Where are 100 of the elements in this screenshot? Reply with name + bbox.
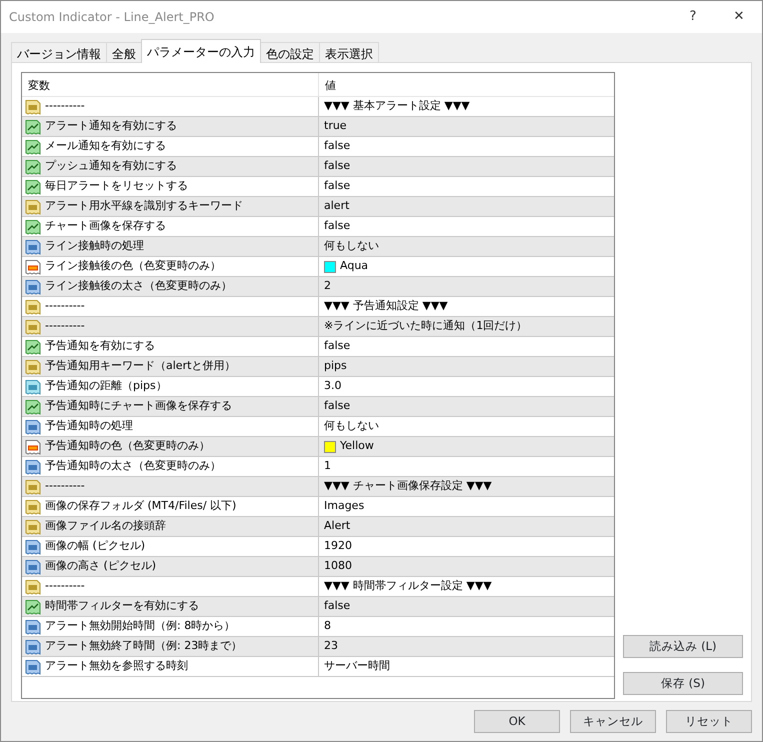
chart-line-icon bbox=[25, 338, 41, 354]
palette-icon bbox=[25, 258, 41, 274]
chart-line-icon bbox=[25, 218, 41, 234]
text-type-icon bbox=[25, 198, 41, 214]
parameter-name: ---------- bbox=[45, 298, 85, 314]
tab[interactable]: 表示選択 bbox=[319, 42, 379, 63]
parameter-value[interactable]: false bbox=[324, 158, 350, 175]
reset-button[interactable]: リセット bbox=[666, 710, 752, 733]
parameter-value[interactable]: Yellow bbox=[340, 438, 374, 455]
parameter-name: アラート通知を有効にする bbox=[45, 118, 177, 134]
parameter-value[interactable]: ▼▼▼ チャート画像保存設定 ▼▼▼ bbox=[324, 478, 492, 495]
parameter-name: ライン接触後の太さ（色変更時のみ） bbox=[45, 278, 232, 294]
parameter-name: 画像の保存フォルダ (MT4/Files/ 以下) bbox=[45, 498, 236, 514]
parameter-name: 時間帯フィルターを有効にする bbox=[45, 598, 199, 614]
parameter-name: ライン接触後の色（色変更時のみ） bbox=[45, 258, 221, 274]
parameter-value[interactable]: 1920 bbox=[324, 538, 352, 555]
parameter-value[interactable]: 1 bbox=[324, 458, 331, 475]
tab[interactable]: バージョン情報 bbox=[11, 42, 107, 63]
parameter-name: 予告通知時の太さ（色変更時のみ） bbox=[45, 458, 221, 474]
parameter-value[interactable]: false bbox=[324, 338, 350, 355]
parameter-name: チャート画像を保存する bbox=[45, 218, 166, 234]
fraction-type-icon bbox=[25, 378, 41, 394]
number-type-icon bbox=[25, 558, 41, 574]
parameter-value[interactable]: ▼▼▼ 時間帯フィルター設定 ▼▼▼ bbox=[324, 578, 492, 595]
number-type-icon bbox=[25, 618, 41, 634]
chart-line-icon bbox=[25, 118, 41, 134]
help-button[interactable]: ? bbox=[670, 6, 716, 28]
load-button[interactable]: 読み込み (L) bbox=[623, 635, 743, 658]
parameter-name: アラート用水平線を識別するキーワード bbox=[45, 198, 243, 214]
parameter-name: 画像の幅 (ピクセル) bbox=[45, 538, 146, 554]
text-type-icon bbox=[25, 578, 41, 594]
parameter-value[interactable]: 8 bbox=[324, 618, 331, 635]
parameter-name: 予告通知時の処理 bbox=[45, 418, 133, 434]
number-type-icon bbox=[25, 538, 41, 554]
parameter-name: プッシュ通知を有効にする bbox=[45, 158, 177, 174]
parameter-value[interactable]: 何もしない bbox=[324, 238, 379, 255]
column-header: 変数 bbox=[22, 73, 319, 96]
text-type-icon bbox=[25, 298, 41, 314]
parameter-name: ---------- bbox=[45, 98, 85, 114]
parameter-value[interactable]: pips bbox=[324, 358, 347, 375]
tab[interactable]: 色の設定 bbox=[260, 42, 320, 63]
parameter-name: ---------- bbox=[45, 318, 85, 334]
tab[interactable]: パラメーターの入力 bbox=[141, 39, 261, 63]
parameter-name: メール通知を有効にする bbox=[45, 138, 166, 154]
text-type-icon bbox=[25, 498, 41, 514]
text-type-icon bbox=[25, 318, 41, 334]
number-type-icon bbox=[25, 418, 41, 434]
parameter-name: 予告通知時の色（色変更時のみ） bbox=[45, 438, 210, 454]
parameter-value[interactable]: サーバー時間 bbox=[324, 658, 390, 675]
parameter-value[interactable]: false bbox=[324, 178, 350, 195]
parameter-value[interactable]: ▼▼▼ 予告通知設定 ▼▼▼ bbox=[324, 298, 448, 315]
column-header: 値 bbox=[324, 78, 337, 94]
parameter-name: ---------- bbox=[45, 578, 85, 594]
parameter-value[interactable]: 3.0 bbox=[324, 378, 342, 395]
parameter-value[interactable]: alert bbox=[324, 198, 350, 215]
parameter-value[interactable]: false bbox=[324, 398, 350, 415]
text-type-icon bbox=[25, 358, 41, 374]
parameter-value[interactable]: 1080 bbox=[324, 558, 352, 575]
parameter-value[interactable]: 2 bbox=[324, 278, 331, 295]
number-type-icon bbox=[25, 278, 41, 294]
parameter-name: アラート無効終了時間（例: 23時まで） bbox=[45, 638, 242, 654]
parameter-value[interactable]: Alert bbox=[324, 518, 350, 535]
parameter-value[interactable]: false bbox=[324, 598, 350, 615]
parameter-name: ---------- bbox=[45, 478, 85, 494]
number-type-icon bbox=[25, 638, 41, 654]
parameter-value[interactable]: 何もしない bbox=[324, 418, 379, 435]
parameter-value[interactable]: ▼▼▼ 基本アラート設定 ▼▼▼ bbox=[324, 98, 470, 115]
chart-line-icon bbox=[25, 158, 41, 174]
parameter-value[interactable]: true bbox=[324, 118, 347, 135]
parameter-name: アラート無効を参照する時刻 bbox=[45, 658, 188, 674]
number-type-icon bbox=[25, 458, 41, 474]
parameter-name: 予告通知用キーワード（alertと併用） bbox=[45, 358, 236, 374]
parameter-value[interactable]: Aqua bbox=[340, 258, 368, 275]
text-type-icon bbox=[25, 478, 41, 494]
parameter-value[interactable]: false bbox=[324, 138, 350, 155]
cancel-button[interactable]: キャンセル bbox=[570, 710, 656, 733]
chart-line-icon bbox=[25, 138, 41, 154]
parameter-name: 予告通知時にチャート画像を保存する bbox=[45, 398, 232, 414]
parameter-name: ライン接触時の処理 bbox=[45, 238, 144, 254]
save-button[interactable]: 保存 (S) bbox=[623, 672, 743, 695]
parameter-name: 画像の高さ (ピクセル) bbox=[45, 558, 156, 574]
parameter-value[interactable]: 23 bbox=[324, 638, 338, 655]
parameter-value[interactable]: Images bbox=[324, 498, 364, 515]
parameter-name: アラート無効開始時間（例: 8時から） bbox=[45, 618, 236, 634]
parameter-name: 予告通知の距離（pips） bbox=[45, 378, 167, 394]
parameter-value[interactable]: false bbox=[324, 218, 350, 235]
number-type-icon bbox=[25, 658, 41, 674]
palette-icon bbox=[25, 438, 41, 454]
window-title: Custom Indicator - Line_Alert_PRO bbox=[9, 9, 216, 26]
chart-line-icon bbox=[25, 178, 41, 194]
text-type-icon bbox=[25, 518, 41, 534]
parameter-name: 画像ファイル名の接頭辞 bbox=[45, 518, 166, 534]
close-button[interactable]: ✕ bbox=[716, 6, 762, 28]
parameter-value[interactable]: ※ラインに近づいた時に通知（1回だけ） bbox=[324, 318, 528, 335]
number-type-icon bbox=[25, 238, 41, 254]
ok-button[interactable]: OK bbox=[474, 710, 560, 733]
parameter-name: 毎日アラートをリセットする bbox=[45, 178, 188, 194]
text-type-icon bbox=[25, 98, 41, 114]
parameter-name: 予告通知を有効にする bbox=[45, 338, 155, 354]
chart-line-icon bbox=[25, 598, 41, 614]
